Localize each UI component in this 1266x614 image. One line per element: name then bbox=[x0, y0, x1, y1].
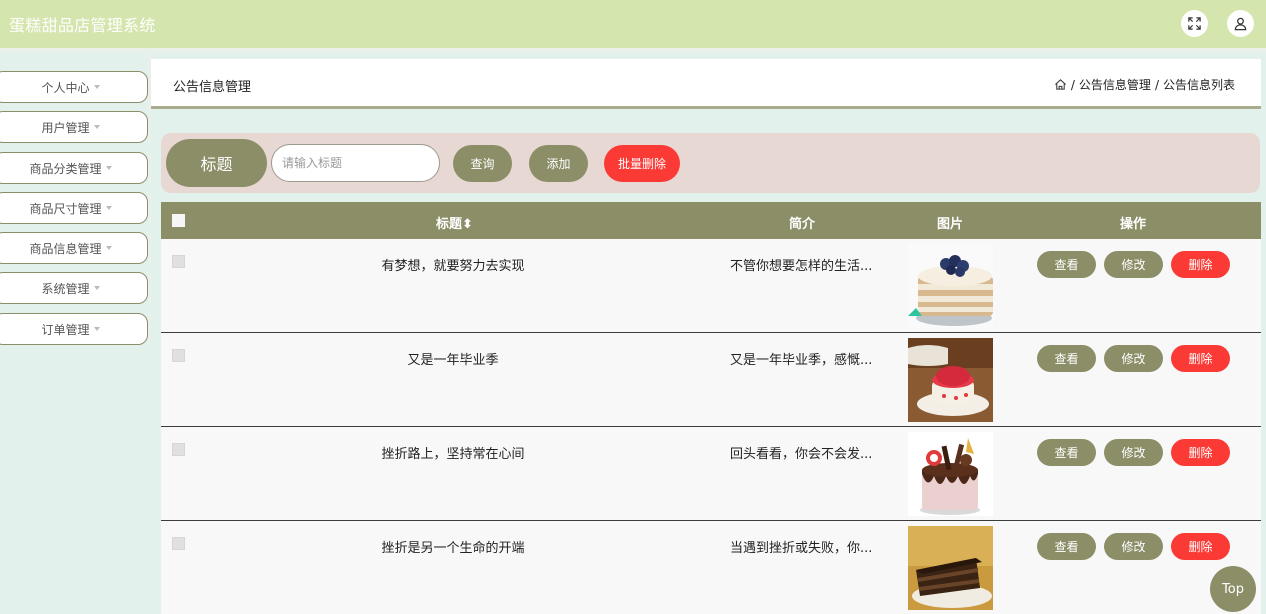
header-underband bbox=[0, 48, 1266, 52]
row-image-strawberry-dessert[interactable] bbox=[908, 338, 993, 422]
row-image-blueberry-cake[interactable] bbox=[908, 244, 993, 328]
row-title: 又是一年毕业季 bbox=[407, 353, 499, 368]
table-header: 标题⬍ 简介 图片 操作 bbox=[161, 202, 1261, 239]
sidebar-item-user-management[interactable]: 用户管理 bbox=[0, 111, 148, 143]
row-intro: 不管你想要怎样的生活... bbox=[730, 259, 873, 274]
column-header-image: 图片 bbox=[937, 217, 964, 232]
content-left-strip bbox=[148, 52, 151, 614]
row-title: 挫折路上，坚持常在心间 bbox=[381, 447, 525, 462]
delete-button[interactable]: 删除 bbox=[1171, 251, 1230, 278]
breadcrumb: / 公告信息管理 / 公告信息列表 bbox=[1054, 76, 1235, 93]
caret-down-icon bbox=[93, 327, 100, 331]
sidebar-item-label: 个人中心 bbox=[41, 80, 90, 95]
view-button[interactable]: 查看 bbox=[1037, 533, 1096, 560]
row-title: 有梦想，就要努力去实现 bbox=[381, 259, 525, 274]
table-row: 有梦想，就要努力去实现 不管你想要怎样的生活... 查看 修改 删除 bbox=[161, 239, 1261, 333]
view-button[interactable]: 查看 bbox=[1037, 345, 1096, 372]
breadcrumb-item-notice-management[interactable]: 公告信息管理 bbox=[1079, 76, 1151, 93]
row-intro: 回头看看，你会不会发... bbox=[730, 447, 873, 462]
sidebar-item-label: 系统管理 bbox=[41, 281, 90, 296]
top-bar: 蛋糕甜品店管理系统 bbox=[0, 0, 1266, 48]
page-title: 公告信息管理 bbox=[173, 80, 252, 95]
caret-down-icon bbox=[93, 125, 100, 129]
app-title: 蛋糕甜品店管理系统 bbox=[9, 16, 156, 35]
table-row: 挫折路上，坚持常在心间 回头看看，你会不会发... 查看 修改 删除 bbox=[161, 427, 1261, 521]
breadcrumb-bar: 公告信息管理 / 公告信息管理 / 公告信息列表 bbox=[151, 59, 1261, 109]
sidebar-item-label: 商品尺寸管理 bbox=[29, 201, 102, 216]
delete-button[interactable]: 删除 bbox=[1171, 345, 1230, 372]
add-button[interactable]: 添加 bbox=[529, 145, 588, 182]
caret-down-icon bbox=[105, 166, 112, 170]
row-checkbox[interactable] bbox=[172, 255, 185, 268]
row-title: 挫折是另一个生命的开端 bbox=[381, 541, 525, 556]
row-checkbox[interactable] bbox=[172, 443, 185, 456]
select-all-checkbox[interactable] bbox=[172, 214, 185, 227]
row-intro: 当遇到挫折或失败，你... bbox=[730, 541, 873, 556]
sidebar-item-personal-center[interactable]: 个人中心 bbox=[0, 71, 148, 103]
view-button[interactable]: 查看 bbox=[1037, 439, 1096, 466]
table-row: 又是一年毕业季 又是一年毕业季，感慨... 查看 修改 删除 bbox=[161, 333, 1261, 427]
caret-down-icon bbox=[93, 286, 100, 290]
caret-down-icon bbox=[105, 206, 112, 210]
search-panel: 标题 查询 添加 批量删除 bbox=[161, 133, 1260, 193]
delete-button[interactable]: 删除 bbox=[1171, 533, 1230, 560]
breadcrumb-separator: / bbox=[1070, 77, 1075, 92]
home-icon[interactable] bbox=[1054, 78, 1067, 91]
row-checkbox[interactable] bbox=[172, 537, 185, 550]
fullscreen-icon[interactable] bbox=[1181, 10, 1208, 37]
edit-button[interactable]: 修改 bbox=[1104, 345, 1163, 372]
search-field-label: 标题 bbox=[166, 139, 267, 187]
batch-delete-button[interactable]: 批量删除 bbox=[604, 145, 680, 182]
sidebar-item-order-management[interactable]: 订单管理 bbox=[0, 313, 148, 345]
sidebar-item-category-management[interactable]: 商品分类管理 bbox=[0, 152, 148, 184]
edit-button[interactable]: 修改 bbox=[1104, 533, 1163, 560]
sidebar-item-system-management[interactable]: 系统管理 bbox=[0, 272, 148, 304]
edit-button[interactable]: 修改 bbox=[1104, 439, 1163, 466]
row-image-chocolate-drip-cake[interactable] bbox=[908, 432, 993, 516]
breadcrumb-item-notice-list: 公告信息列表 bbox=[1162, 78, 1235, 92]
breadcrumb-separator: / bbox=[1154, 77, 1159, 92]
edit-button[interactable]: 修改 bbox=[1104, 251, 1163, 278]
column-header-title-label: 标题 bbox=[436, 217, 463, 232]
row-checkbox[interactable] bbox=[172, 349, 185, 362]
user-icon[interactable] bbox=[1227, 10, 1254, 37]
caret-down-icon bbox=[105, 246, 112, 250]
sort-icon[interactable]: ⬍ bbox=[462, 217, 473, 232]
title-search-input[interactable] bbox=[271, 144, 440, 182]
sidebar-item-label: 商品信息管理 bbox=[29, 241, 102, 256]
row-image-chocolate-cake-slice[interactable] bbox=[908, 526, 993, 610]
back-to-top-button[interactable]: Top bbox=[1210, 566, 1256, 612]
sidebar-item-size-management[interactable]: 商品尺寸管理 bbox=[0, 192, 148, 224]
sidebar-item-product-management[interactable]: 商品信息管理 bbox=[0, 232, 148, 264]
column-header-intro: 简介 bbox=[789, 217, 816, 232]
view-button[interactable]: 查看 bbox=[1037, 251, 1096, 278]
sidebar-item-label: 订单管理 bbox=[41, 322, 90, 337]
table-row: 挫折是另一个生命的开端 当遇到挫折或失败，你... 查看 修改 删除 bbox=[161, 521, 1261, 614]
row-intro: 又是一年毕业季，感慨... bbox=[730, 353, 873, 368]
sidebar-item-label: 商品分类管理 bbox=[29, 161, 102, 176]
delete-button[interactable]: 删除 bbox=[1171, 439, 1230, 466]
query-button[interactable]: 查询 bbox=[453, 145, 512, 182]
sidebar-item-label: 用户管理 bbox=[41, 120, 90, 135]
caret-down-icon bbox=[93, 85, 100, 89]
column-header-actions: 操作 bbox=[1120, 217, 1147, 232]
column-header-title[interactable]: 标题⬍ bbox=[436, 213, 473, 232]
